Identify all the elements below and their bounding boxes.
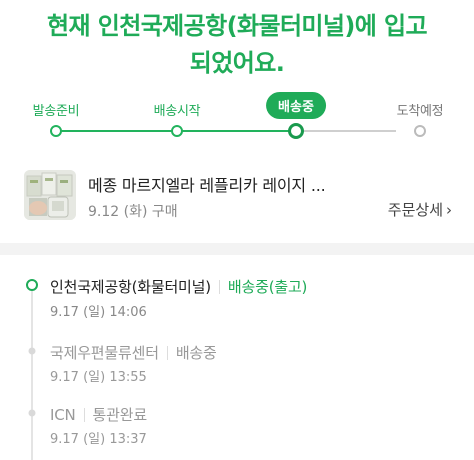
step-label-started: 배송시작 <box>153 104 201 119</box>
step-label-in-transit: 배송중 <box>266 92 326 119</box>
timeline-separator <box>83 408 85 422</box>
timeline-event-title: ICN 통관완료 <box>50 404 147 425</box>
headline-line-2: 되었어요. <box>189 49 285 77</box>
timeline-dot <box>28 409 36 417</box>
timeline-dot <box>28 347 36 355</box>
headline-line-1: 현재 인천국제공항(화물터미널)에 입고 <box>47 12 428 40</box>
product-name: 메종 마르지엘라 레플리카 레이지 ... <box>88 176 326 195</box>
section-divider <box>0 243 474 255</box>
step-dot-in-transit <box>288 123 304 139</box>
order-detail-label: 주문상세 <box>387 201 443 219</box>
order-detail-link[interactable]: 주문상세 › <box>388 199 452 220</box>
order-date: 9.12 (화) 구매 <box>88 204 178 220</box>
timeline-line <box>31 290 33 460</box>
timeline-event-place: 국제우편물류센터 <box>50 344 159 362</box>
timeline-dot-current <box>26 279 38 291</box>
chevron-right-icon: › <box>446 201 452 219</box>
timeline-event-status: 통관완료 <box>92 406 148 424</box>
timeline-event-place: ICN <box>50 406 76 424</box>
timeline-event-title: 인천국제공항(화물터미널) 배송중(출고) <box>50 276 307 297</box>
timeline-event-place: 인천국제공항(화물터미널) <box>50 278 211 296</box>
status-headline: 현재 인천국제공항(화물터미널)에 입고 되었어요. <box>0 8 474 82</box>
step-label-expected: 도착예정 <box>396 104 444 119</box>
step-dot-started <box>171 125 183 137</box>
step-dot-prepare <box>50 125 62 137</box>
product-thumbnail <box>24 170 76 220</box>
timeline-event-status: 배송중(출고) <box>227 278 308 296</box>
timeline-event-time: 9.17 (일) 14:06 <box>50 305 147 320</box>
timeline-event-title: 국제우편물류센터 배송중 <box>50 342 217 363</box>
step-dot-expected <box>414 125 426 137</box>
timeline-separator <box>218 280 220 294</box>
progress-line-remaining <box>296 130 396 132</box>
timeline-event-status: 배송중 <box>175 344 217 362</box>
step-label-prepare: 발송준비 <box>32 104 80 119</box>
timeline-event-time: 9.17 (일) 13:37 <box>50 432 147 447</box>
timeline-event-time: 9.17 (일) 13:55 <box>50 370 147 385</box>
timeline-separator <box>166 346 168 360</box>
